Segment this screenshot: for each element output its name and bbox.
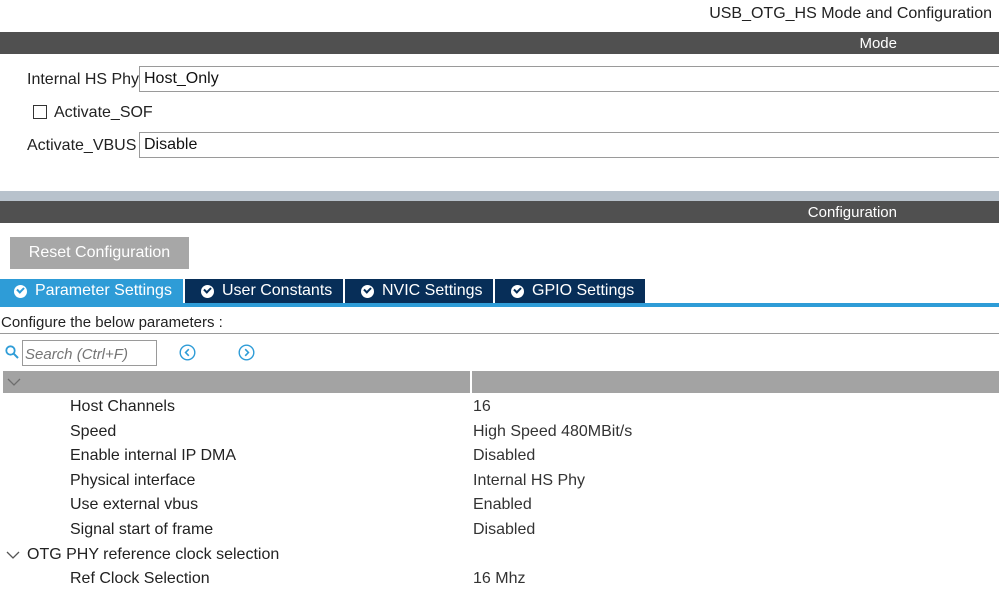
group-label: OTG PHY reference clock selection (27, 546, 280, 563)
param-value-signal-start-of-frame[interactable]: Disabled (473, 521, 535, 539)
param-name-ref-clock-selection: Ref Clock Selection (70, 570, 210, 587)
configure-instructions: Configure the below parameters : (1, 314, 223, 331)
param-value-enable-ip-dma[interactable]: Disabled (473, 447, 535, 465)
search-input[interactable] (22, 340, 157, 366)
search-icon[interactable] (5, 345, 19, 359)
activate-vbus-select[interactable]: Disable (139, 132, 999, 158)
tab-label: Parameter Settings (35, 282, 172, 299)
check-circle-icon (511, 284, 524, 298)
settings-tabs: Parameter Settings User Constants NVIC S… (0, 279, 647, 303)
tab-label: NVIC Settings (382, 282, 483, 299)
configuration-section-bar: Configuration (0, 201, 999, 223)
group-otg-phy-clock[interactable]: OTG PHY reference clock selection (6, 546, 279, 564)
previous-icon[interactable] (179, 344, 196, 361)
check-circle-icon (201, 284, 214, 298)
param-name-host-channels: Host Channels (70, 398, 175, 415)
param-value-ref-clock-selection[interactable]: 16 Mhz (473, 570, 525, 588)
activate-sof-label: Activate_SOF (54, 104, 153, 121)
param-value-host-channels[interactable]: 16 (473, 398, 491, 416)
param-name-signal-start-of-frame: Signal start of frame (70, 521, 214, 538)
param-name-use-external-vbus: Use external vbus (70, 496, 199, 513)
section-divider (0, 191, 999, 201)
mode-section-label: Mode (859, 35, 897, 52)
tab-underline (0, 303, 999, 307)
param-name-enable-ip-dma: Enable internal IP DMA (70, 447, 237, 464)
param-value-physical-interface[interactable]: Internal HS Phy (473, 472, 585, 490)
internal-hs-phy-select[interactable]: Host_Only (139, 66, 999, 92)
chevron-down-icon[interactable] (7, 376, 21, 388)
internal-hs-phy-label: Internal HS Phy (27, 71, 140, 88)
activate-sof-checkbox[interactable] (33, 105, 47, 119)
parameter-table-header (3, 371, 999, 393)
tab-label: User Constants (222, 282, 333, 299)
page-title: USB_OTG_HS Mode and Configuration (709, 5, 992, 22)
mode-section-bar: Mode (0, 32, 999, 54)
param-value-speed[interactable]: High Speed 480MBit/s (473, 423, 632, 441)
tab-gpio-settings[interactable]: GPIO Settings (495, 279, 645, 303)
param-name-speed: Speed (70, 423, 117, 440)
next-icon[interactable] (238, 344, 255, 361)
divider-line (0, 333, 999, 334)
param-value-use-external-vbus[interactable]: Enabled (473, 496, 532, 514)
param-name-physical-interface: Physical interface (70, 472, 196, 489)
tab-user-constants[interactable]: User Constants (185, 279, 343, 303)
reset-configuration-button[interactable]: Reset Configuration (10, 237, 189, 269)
tab-nvic-settings[interactable]: NVIC Settings (345, 279, 493, 303)
tab-parameter-settings[interactable]: Parameter Settings (0, 279, 183, 303)
column-divider (470, 371, 472, 393)
check-circle-icon (14, 284, 27, 298)
tab-label: GPIO Settings (532, 282, 635, 299)
check-circle-icon (361, 284, 374, 298)
chevron-down-icon (6, 551, 20, 559)
configuration-section-label: Configuration (807, 204, 897, 221)
activate-vbus-label: Activate_VBUS (27, 137, 137, 154)
